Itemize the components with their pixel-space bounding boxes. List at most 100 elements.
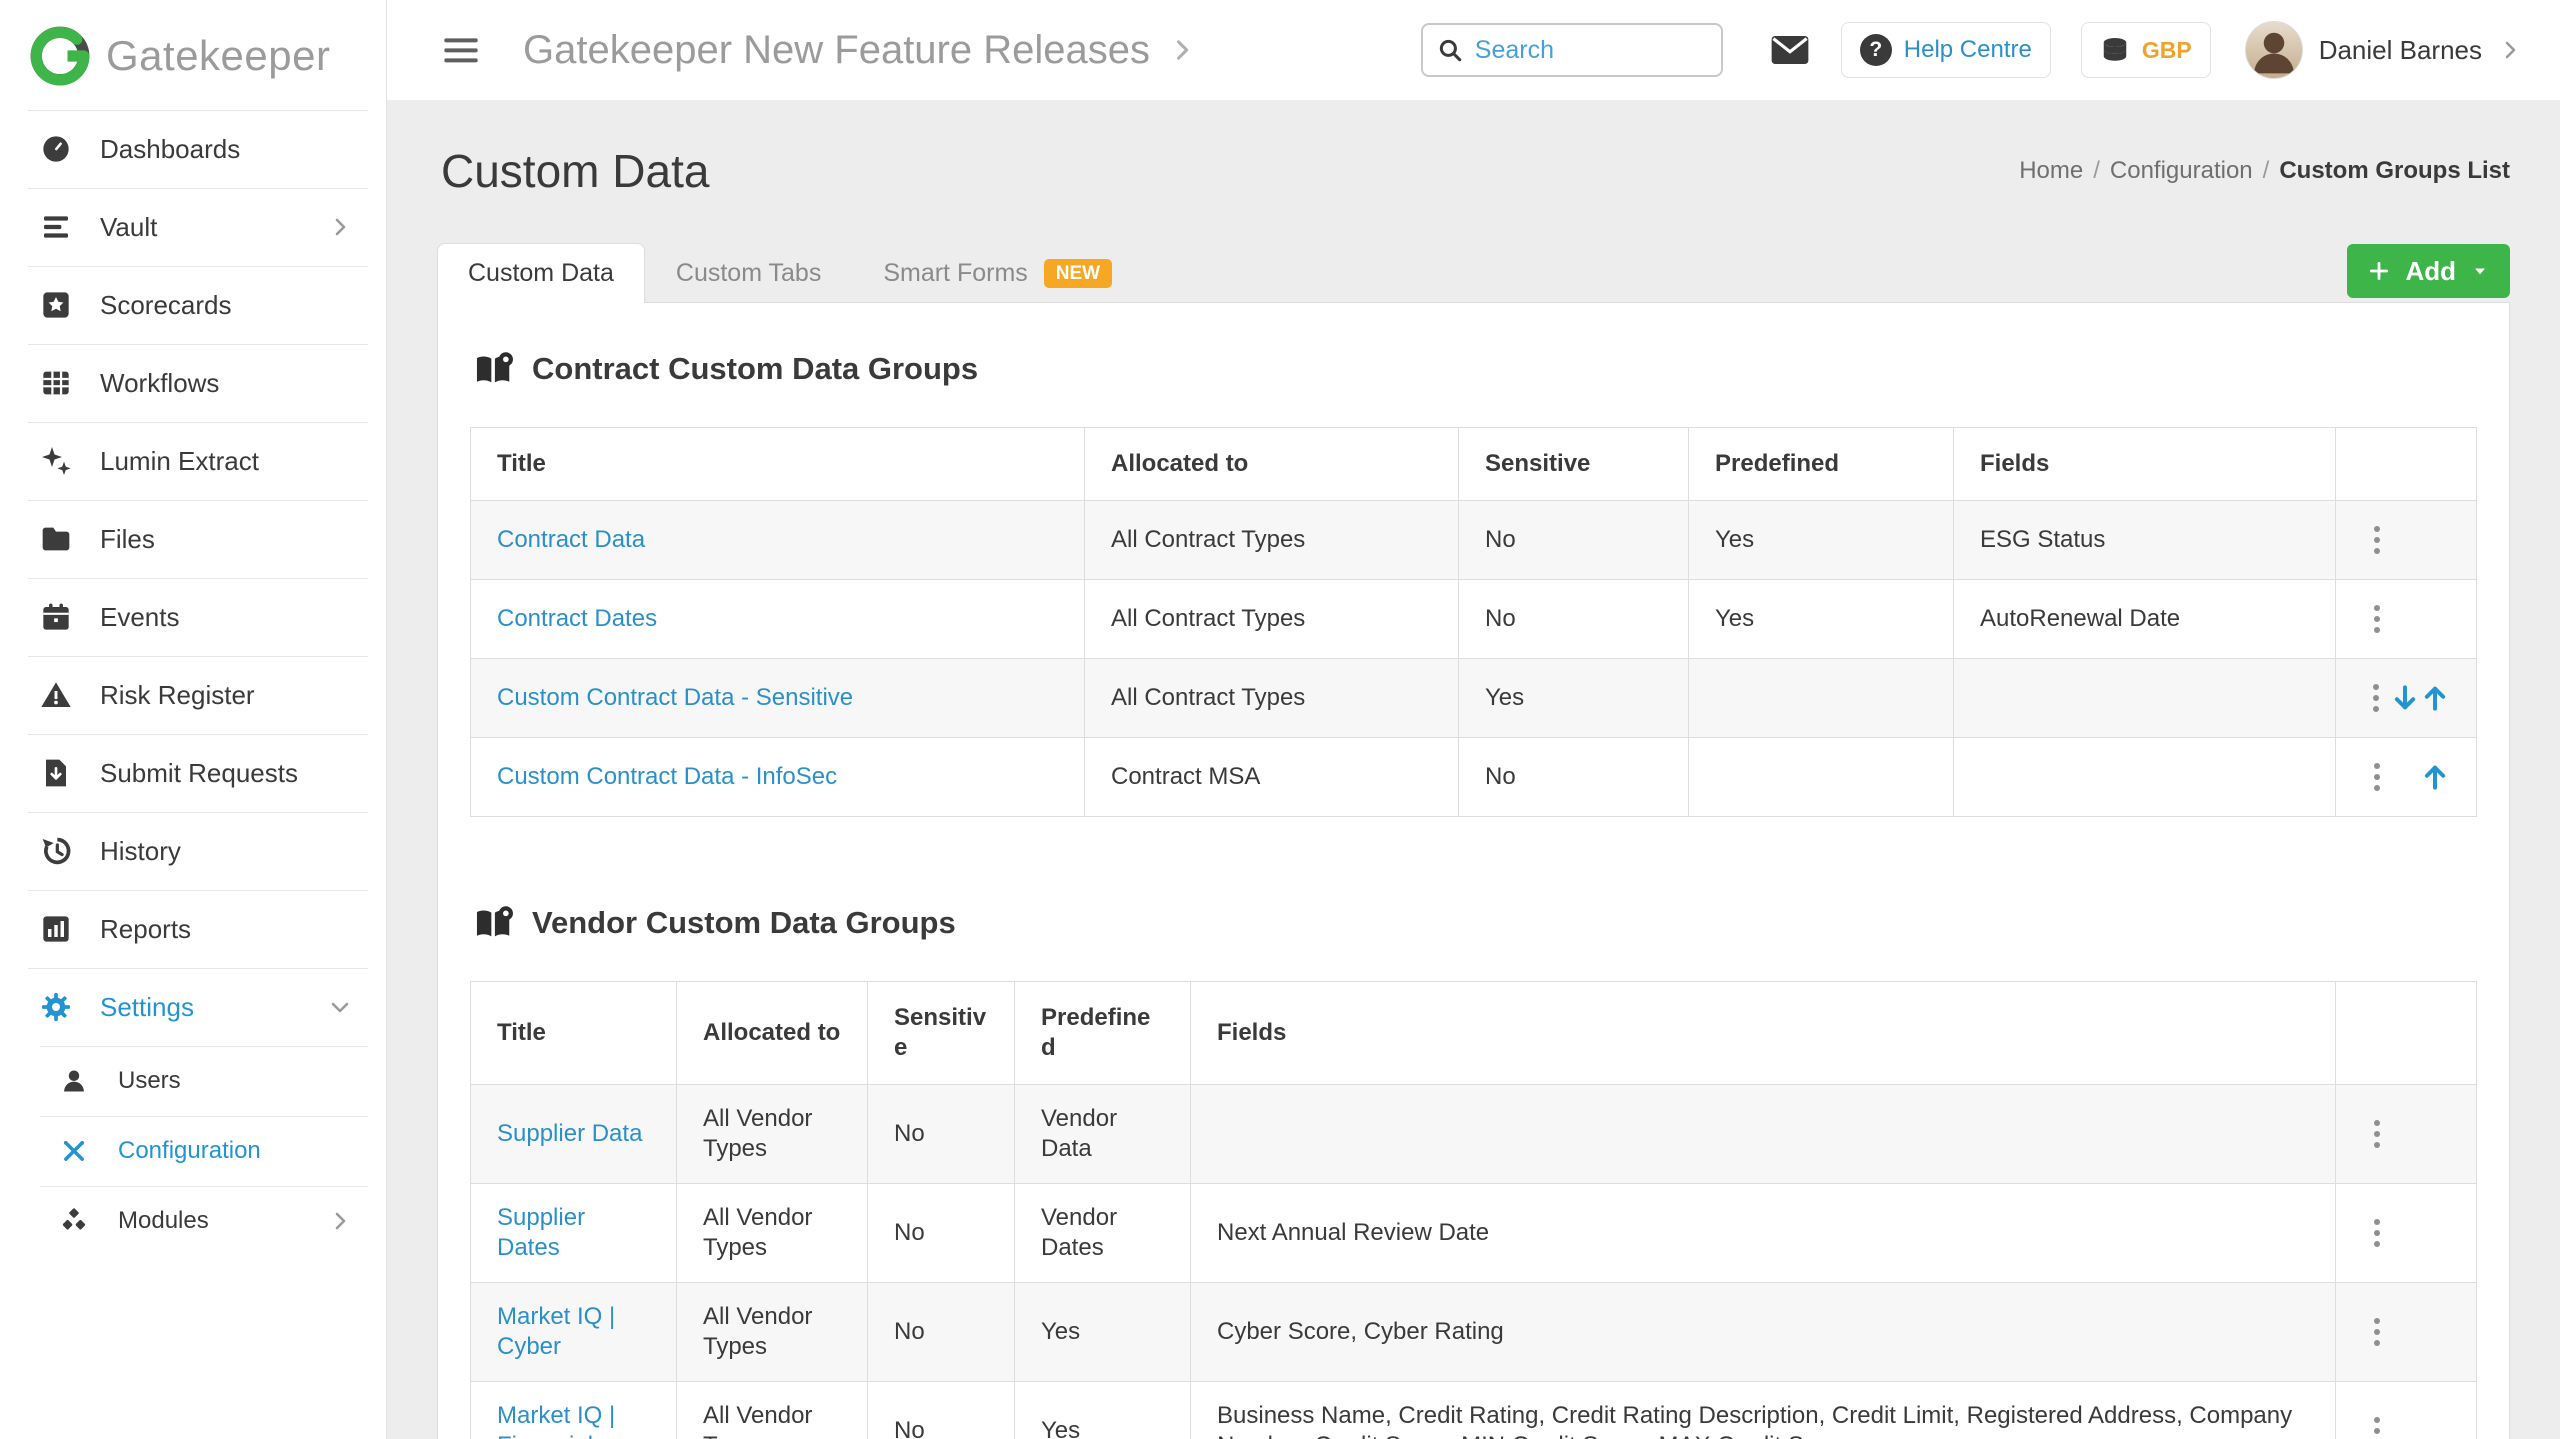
section-title: Vendor Custom Data Groups xyxy=(532,905,956,941)
app-logo[interactable]: Gatekeeper xyxy=(0,0,386,110)
tab-custom-data[interactable]: Custom Data xyxy=(437,243,645,303)
tab-label: Smart Forms xyxy=(883,259,1027,288)
messages-button[interactable] xyxy=(1769,29,1811,71)
table-row: Market IQ | Cyber All Vendor Types No Ye… xyxy=(471,1283,2477,1382)
col-actions xyxy=(2336,982,2477,1085)
chevron-down-icon xyxy=(328,995,352,1019)
sidebar-item-dashboards[interactable]: Dashboards xyxy=(0,110,386,188)
sparkles-icon xyxy=(38,445,74,477)
row-menu-icon[interactable] xyxy=(2370,1413,2384,1439)
sidebar-item-label: Lumin Extract xyxy=(100,446,259,477)
section-title: Contract Custom Data Groups xyxy=(532,351,978,387)
sidebar-item-modules[interactable]: Modules xyxy=(0,1186,386,1256)
sidebar-item-label: Workflows xyxy=(100,368,219,399)
sidebar-item-label: Scorecards xyxy=(100,290,232,321)
vendor-groups-table: Title Allocated to Sensitive Predefined … xyxy=(470,981,2477,1439)
sidebar-item-label: Events xyxy=(100,602,180,633)
sidebar-item-label: Files xyxy=(100,524,155,555)
data-group-icon xyxy=(474,351,514,387)
row-menu-icon[interactable] xyxy=(2370,1215,2384,1251)
row-menu-icon[interactable] xyxy=(2370,1314,2384,1350)
user-icon xyxy=(56,1067,92,1095)
caret-down-icon xyxy=(2470,261,2490,281)
col-allocated: Allocated to xyxy=(677,982,868,1085)
logo-text: Gatekeeper xyxy=(106,32,330,80)
group-link[interactable]: Custom Contract Data - Sensitive xyxy=(497,684,853,711)
sidebar-item-events[interactable]: Events xyxy=(0,578,386,656)
sidebar-item-label: History xyxy=(100,836,181,867)
currency-label: GBP xyxy=(2142,37,2192,64)
row-menu-icon[interactable] xyxy=(2370,522,2384,558)
user-name: Daniel Barnes xyxy=(2319,35,2482,66)
group-link[interactable]: Market IQ | Cyber xyxy=(497,1303,615,1360)
envelope-icon xyxy=(1769,29,1811,71)
breadcrumb: Home / Configuration / Custom Groups Lis… xyxy=(2019,157,2510,185)
breadcrumb-current: Custom Groups List xyxy=(2279,157,2510,185)
col-predefined: Predefined xyxy=(1689,428,1954,501)
tab-label: Custom Data xyxy=(468,259,614,288)
question-icon: ? xyxy=(1860,34,1892,66)
help-centre-button[interactable]: ? Help Centre xyxy=(1841,22,2051,78)
workspace-title[interactable]: Gatekeeper New Feature Releases xyxy=(523,28,1196,73)
group-link[interactable]: Contract Data xyxy=(497,526,645,553)
breadcrumb-configuration[interactable]: Configuration xyxy=(2110,157,2253,185)
sidebar-item-lumin-extract[interactable]: Lumin Extract xyxy=(0,422,386,500)
sidebar-item-users[interactable]: Users xyxy=(0,1046,386,1116)
global-search xyxy=(1421,23,1723,77)
tab-bar: Custom Data Custom Tabs Smart Forms NEW xyxy=(437,243,1143,303)
table-row: Custom Contract Data - Sensitive All Con… xyxy=(471,659,2477,738)
bar-chart-icon xyxy=(38,913,74,945)
row-menu-icon[interactable] xyxy=(2369,680,2383,716)
chevron-right-icon xyxy=(1168,36,1196,64)
group-link[interactable]: Contract Dates xyxy=(497,605,657,632)
tab-smart-forms[interactable]: Smart Forms NEW xyxy=(852,243,1143,303)
tab-label: Custom Tabs xyxy=(676,259,821,288)
group-link[interactable]: Supplier Data xyxy=(497,1120,642,1147)
group-link[interactable]: Custom Contract Data - InfoSec xyxy=(497,763,837,790)
move-down-icon[interactable] xyxy=(2390,683,2420,713)
currency-button[interactable]: GBP xyxy=(2081,22,2211,78)
sidebar-item-label: Submit Requests xyxy=(100,758,298,789)
menu-toggle-button[interactable] xyxy=(441,30,481,70)
calendar-icon xyxy=(38,601,74,633)
gatekeeper-logo-icon xyxy=(30,26,90,86)
gear-icon xyxy=(38,991,74,1023)
hamburger-icon xyxy=(441,30,481,70)
sidebar-item-reports[interactable]: Reports xyxy=(0,890,386,968)
workflow-icon xyxy=(38,367,74,399)
user-menu[interactable]: Daniel Barnes xyxy=(2245,21,2522,79)
submit-icon xyxy=(38,757,74,789)
sidebar-item-vault[interactable]: Vault xyxy=(0,188,386,266)
add-button[interactable]: Add xyxy=(2347,244,2510,298)
table-row: Supplier Data All Vendor Types No Vendor… xyxy=(471,1085,2477,1184)
sidebar-item-settings[interactable]: Settings xyxy=(0,968,386,1046)
col-fields: Fields xyxy=(1954,428,2336,501)
sidebar-item-scorecards[interactable]: Scorecards xyxy=(0,266,386,344)
sidebar-item-submit-requests[interactable]: Submit Requests xyxy=(0,734,386,812)
sidebar-item-configuration[interactable]: Configuration xyxy=(0,1116,386,1186)
group-link[interactable]: Market IQ | Financial xyxy=(497,1402,615,1439)
sidebar-item-label: Risk Register xyxy=(100,680,255,711)
move-up-icon[interactable] xyxy=(2420,683,2450,713)
move-up-icon[interactable] xyxy=(2420,762,2450,792)
col-title: Title xyxy=(471,982,677,1085)
breadcrumb-home[interactable]: Home xyxy=(2019,157,2083,185)
add-button-label: Add xyxy=(2405,256,2456,287)
sidebar-item-label: Settings xyxy=(100,992,194,1023)
row-menu-icon[interactable] xyxy=(2370,601,2384,637)
sidebar-item-workflows[interactable]: Workflows xyxy=(0,344,386,422)
group-link[interactable]: Supplier Dates xyxy=(497,1204,585,1261)
history-icon xyxy=(38,835,74,867)
sidebar-item-label: Users xyxy=(118,1067,181,1095)
row-menu-icon[interactable] xyxy=(2370,759,2384,795)
sidebar-item-risk-register[interactable]: Risk Register xyxy=(0,656,386,734)
row-menu-icon[interactable] xyxy=(2370,1116,2384,1152)
search-input[interactable] xyxy=(1475,36,1707,65)
sidebar: Gatekeeper Dashboards Vault Scorecards W… xyxy=(0,0,387,1439)
sidebar-item-history[interactable]: History xyxy=(0,812,386,890)
sidebar-item-files[interactable]: Files xyxy=(0,500,386,578)
tab-custom-tabs[interactable]: Custom Tabs xyxy=(645,243,852,303)
new-badge: NEW xyxy=(1044,259,1112,288)
avatar xyxy=(2245,21,2303,79)
sidebar-item-label: Reports xyxy=(100,914,191,945)
